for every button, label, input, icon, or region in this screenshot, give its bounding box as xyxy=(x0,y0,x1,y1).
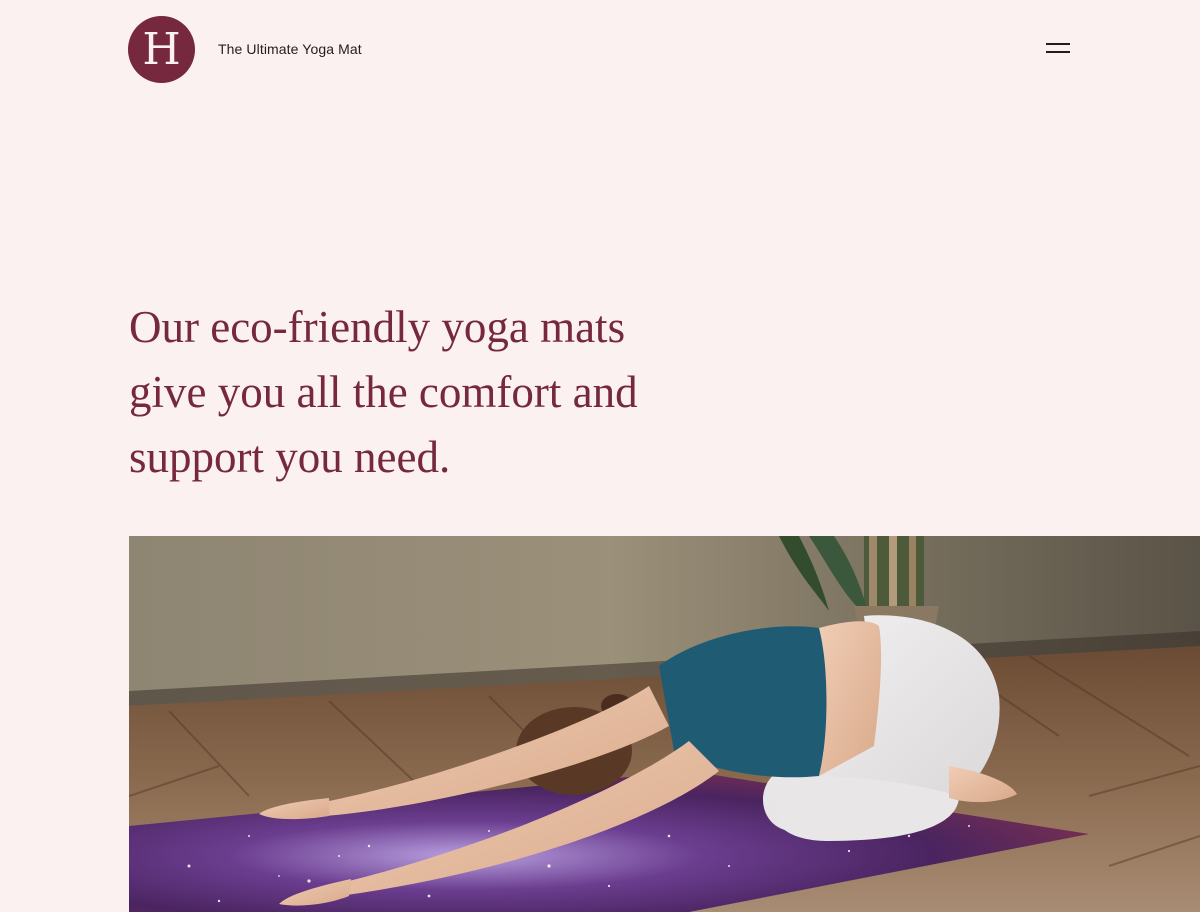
hamburger-menu-icon[interactable] xyxy=(1040,36,1076,62)
hero-heading-line-3: support you need. xyxy=(129,432,451,482)
hero-heading: Our eco-friendly yoga mats give you all t… xyxy=(129,295,729,490)
hero-heading-line-1: Our eco-friendly yoga mats xyxy=(129,302,626,352)
logo[interactable]: H xyxy=(128,16,195,83)
menu-line-bottom xyxy=(1046,51,1070,53)
hero-photo-illustration xyxy=(129,536,1200,912)
logo-letter: H xyxy=(142,23,181,75)
hero-heading-line-2: give you all the comfort and xyxy=(129,367,638,417)
menu-line-top xyxy=(1046,43,1070,45)
site-title[interactable]: The Ultimate Yoga Mat xyxy=(218,41,362,57)
hero-image xyxy=(129,536,1200,912)
